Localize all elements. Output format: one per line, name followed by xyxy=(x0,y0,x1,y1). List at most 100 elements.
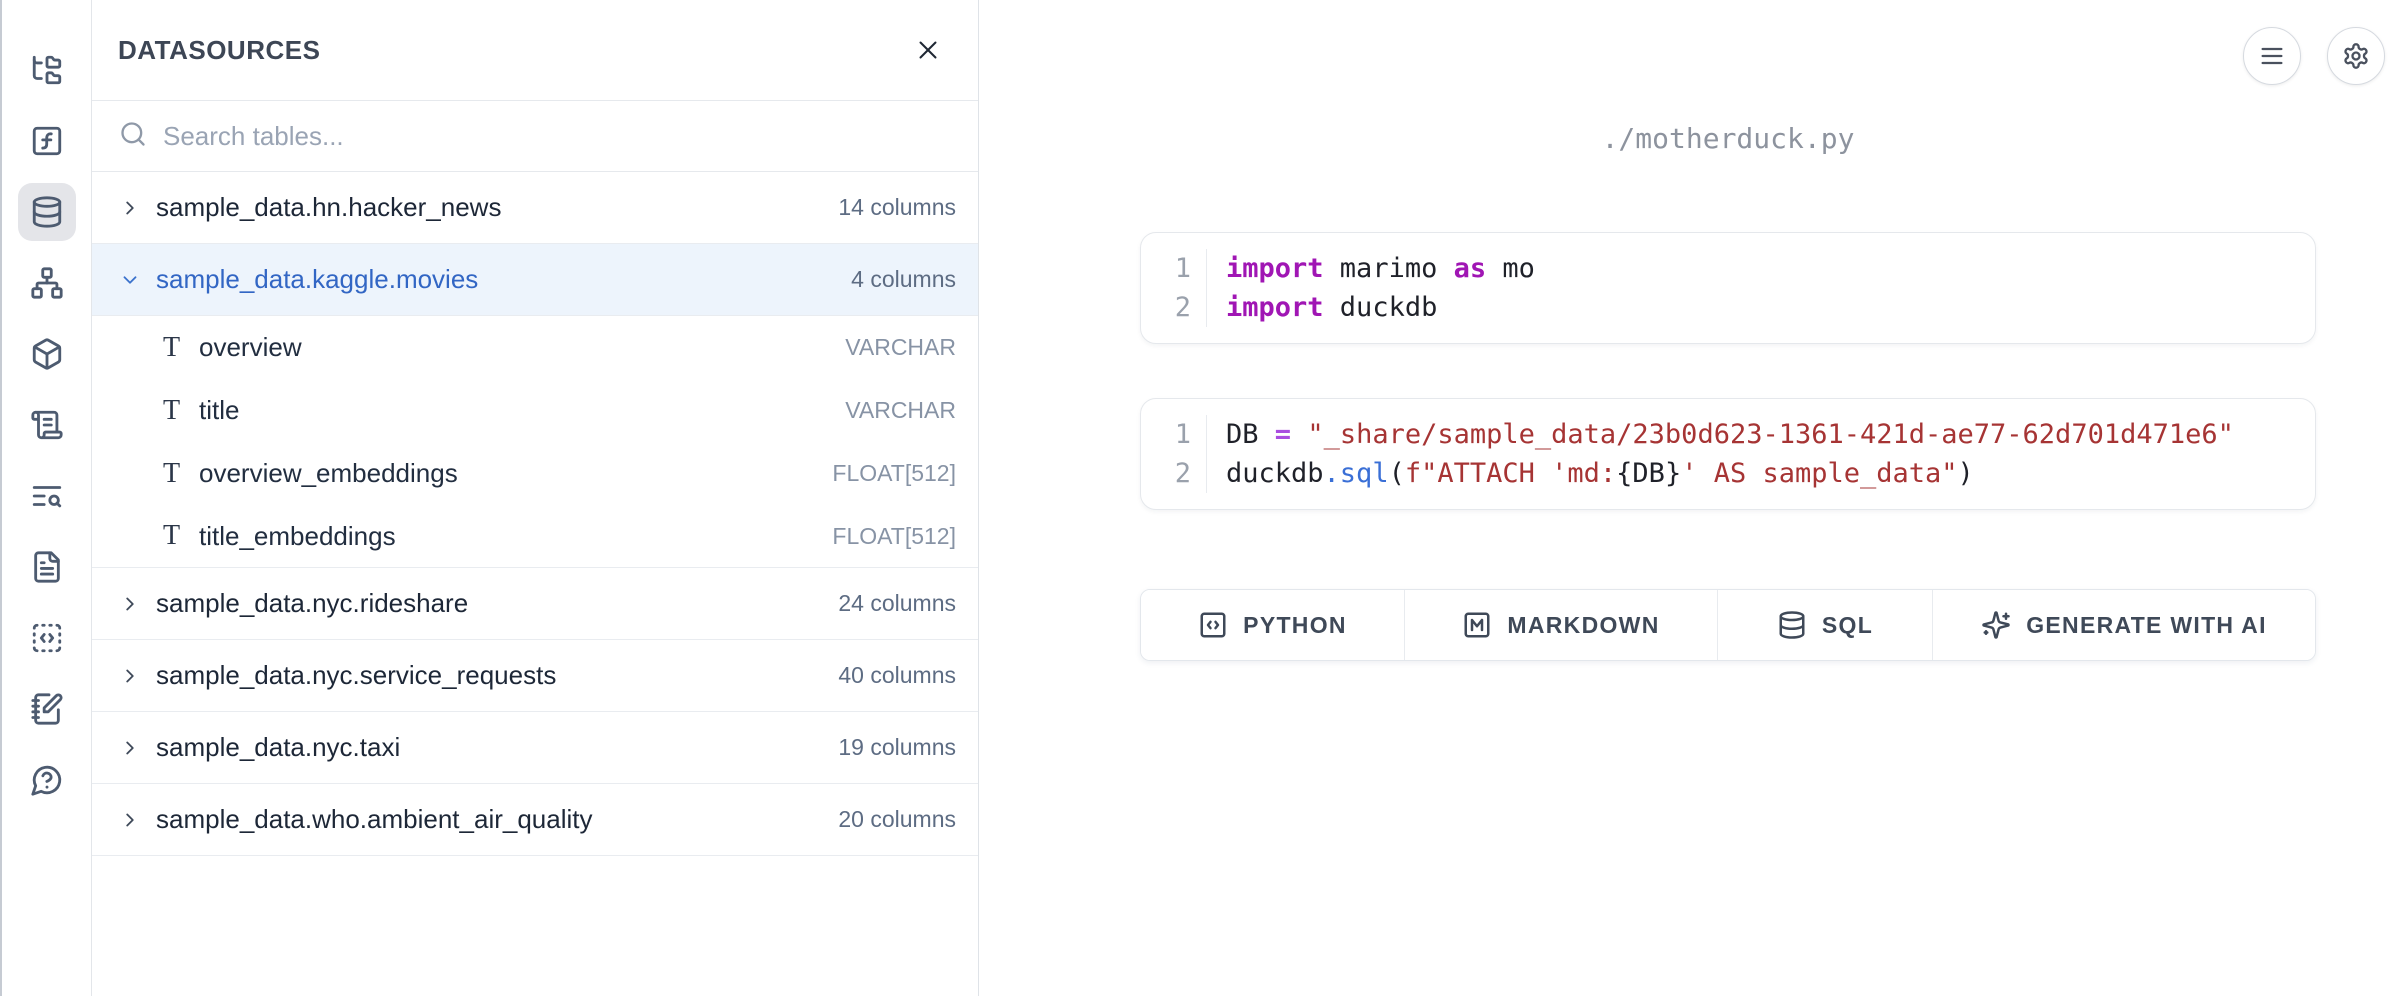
column-row[interactable]: Toverview_embeddingsFLOAT[512] xyxy=(92,442,978,505)
add-cell-button-label: GENERATE WITH AI xyxy=(2026,612,2267,639)
add-cell-button-row: PYTHON MARKDOWN SQL GENERATE WITH AI xyxy=(1140,589,2316,661)
table-name: sample_data.kaggle.movies xyxy=(156,264,478,295)
square-m-icon xyxy=(1462,610,1492,640)
add-cell-python-button[interactable]: PYTHON xyxy=(1141,590,1405,660)
table-name: sample_data.nyc.taxi xyxy=(156,732,400,763)
code-cell[interactable]: 12 DB = "_share/sample_data/23b0d623-1361… xyxy=(1140,398,2316,510)
column-row[interactable]: TtitleVARCHAR xyxy=(92,379,978,442)
database-icon xyxy=(30,195,64,229)
square-dashed-code-icon xyxy=(30,621,64,655)
code-token: mo xyxy=(1486,253,1535,284)
scroll-text-icon xyxy=(30,408,64,442)
table-row[interactable]: sample_data.nyc.rideshare24 columns xyxy=(92,568,978,640)
code-token: "_share/sample_data/23b0d623-1361-421d-a… xyxy=(1307,419,2234,450)
notebook-pen-icon xyxy=(30,692,64,726)
chevron-down-icon xyxy=(119,269,141,291)
sidebar-item-datasources[interactable] xyxy=(18,183,76,241)
sidebar-item-packages[interactable] xyxy=(18,325,76,383)
sidebar-item-help[interactable] xyxy=(18,751,76,809)
table-name: sample_data.hn.hacker_news xyxy=(156,192,501,223)
column-name: overview xyxy=(199,332,302,363)
code-editor[interactable]: DB = "_share/sample_data/23b0d623-1361-4… xyxy=(1207,415,2234,493)
close-panel-button[interactable] xyxy=(908,30,948,70)
code-token: f"ATTACH 'md: xyxy=(1405,458,1616,489)
search-icon-wrap xyxy=(119,120,147,153)
column-count: 40 columns xyxy=(838,662,956,689)
sidebar-item-logs[interactable] xyxy=(18,396,76,454)
sidebar-item-documentation[interactable] xyxy=(18,467,76,525)
code-token: DB xyxy=(1226,419,1275,450)
column-count: 20 columns xyxy=(838,806,956,833)
add-cell-sql-button[interactable]: SQL xyxy=(1718,590,1933,660)
search-tables-row xyxy=(92,101,978,172)
column-count: 14 columns xyxy=(838,194,956,221)
column-name: title_embeddings xyxy=(199,521,396,552)
add-cell-button-label: SQL xyxy=(1822,612,1873,639)
table-row[interactable]: sample_data.kaggle.movies 4 columns xyxy=(92,244,978,316)
sidebar-item-notebook[interactable] xyxy=(18,680,76,738)
box-icon xyxy=(30,337,64,371)
column-row[interactable]: Toverview VARCHAR xyxy=(92,316,978,379)
square-code-icon xyxy=(1198,610,1228,640)
message-question-icon xyxy=(30,763,64,797)
code-line: duckdb.sql(f"ATTACH 'md:{DB}' AS sample_… xyxy=(1226,454,2234,493)
column-name: title xyxy=(199,395,239,426)
add-cell-button-label: PYTHON xyxy=(1243,612,1347,639)
column-type-text-icon: T xyxy=(163,332,199,364)
table-row[interactable]: sample_data.hn.hacker_news 14 columns xyxy=(92,172,978,244)
column-row[interactable]: Ttitle_embeddingsFLOAT[512] xyxy=(92,505,978,568)
code-token: ( xyxy=(1389,458,1405,489)
notebook-filename: ./motherduck.py xyxy=(1140,122,2316,155)
add-cell-markdown-button[interactable]: MARKDOWN xyxy=(1405,590,1718,660)
column-count: 4 columns xyxy=(851,266,956,293)
code-token: import xyxy=(1226,292,1324,323)
code-cell[interactable]: 12import marimo as moimport duckdb xyxy=(1140,232,2316,344)
code-line: import marimo as mo xyxy=(1226,249,1535,288)
code-token: as xyxy=(1454,253,1487,284)
code-token: = xyxy=(1275,419,1291,450)
column-count: 19 columns xyxy=(838,734,956,761)
notebook-main-area: ./motherduck.py 12import marimo as moimp… xyxy=(980,0,2399,996)
table-name: sample_data.nyc.rideshare xyxy=(156,588,468,619)
sidebar-item-dependency-graph[interactable] xyxy=(18,254,76,312)
code-token xyxy=(1291,419,1307,450)
table-name: sample_data.who.ambient_air_quality xyxy=(156,804,593,835)
line-number: 2 xyxy=(1175,288,1191,327)
settings-button[interactable] xyxy=(2327,27,2385,85)
notebook-column: ./motherduck.py 12import marimo as moimp… xyxy=(1140,0,2316,996)
panel-title: DATASOURCES xyxy=(118,35,320,66)
sidebar-item-snippets[interactable] xyxy=(18,538,76,596)
column-type: FLOAT[512] xyxy=(832,523,956,550)
text-search-icon xyxy=(30,479,64,513)
code-line: import duckdb xyxy=(1226,288,1535,327)
sidebar-item-variables[interactable] xyxy=(18,112,76,170)
folder-tree-icon xyxy=(30,53,64,87)
code-line: DB = "_share/sample_data/23b0d623-1361-4… xyxy=(1226,415,2234,454)
sidebar-item-scratchpad[interactable] xyxy=(18,609,76,667)
add-cell-generate-with-ai-button[interactable]: GENERATE WITH AI xyxy=(1933,590,2315,660)
network-icon xyxy=(30,266,64,300)
chevron-right-icon xyxy=(119,197,141,219)
line-number-gutter: 12 xyxy=(1141,415,1207,493)
table-row[interactable]: sample_data.nyc.service_requests40 colum… xyxy=(92,640,978,712)
column-type: FLOAT[512] xyxy=(832,460,956,487)
code-editor[interactable]: import marimo as moimport duckdb xyxy=(1207,249,1535,327)
code-token: ' AS sample_data" xyxy=(1681,458,1957,489)
database-icon xyxy=(1777,610,1807,640)
sparkles-icon xyxy=(1981,610,2011,640)
table-row[interactable]: sample_data.nyc.taxi 19 columns xyxy=(92,712,978,784)
code-token: marimo xyxy=(1324,253,1454,284)
marimo-app: DATASOURCES sample_data.hn.hacker_news 14… xyxy=(0,0,2399,996)
line-number-gutter: 12 xyxy=(1141,249,1207,327)
column-type-text-icon: T xyxy=(163,458,199,490)
chevron-right-icon xyxy=(119,809,141,831)
sidebar-item-file-explorer[interactable] xyxy=(18,41,76,99)
code-token: {DB} xyxy=(1616,458,1681,489)
tables-tree: sample_data.hn.hacker_news14 columnssamp… xyxy=(92,172,978,856)
search-tables-input[interactable] xyxy=(163,121,956,152)
chevron-right-icon xyxy=(119,593,141,615)
line-number: 2 xyxy=(1175,454,1191,493)
table-row[interactable]: sample_data.who.ambient_air_quality 20 co… xyxy=(92,784,978,856)
chevron-right-icon xyxy=(119,665,141,687)
column-type: VARCHAR xyxy=(845,334,956,361)
